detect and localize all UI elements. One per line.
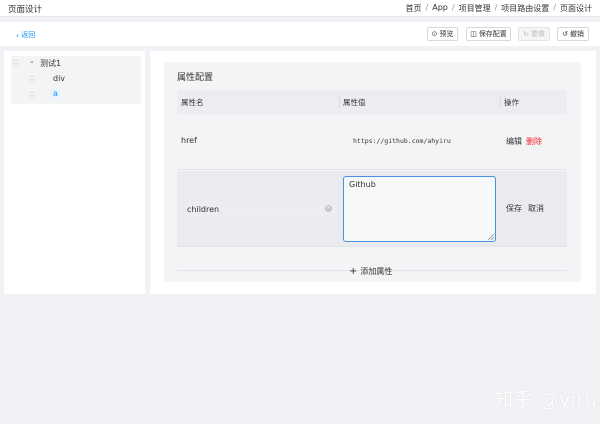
property-value-textarea[interactable]: Github — [343, 176, 496, 242]
column-divider — [339, 96, 340, 108]
eye-icon: ⊙ — [431, 30, 438, 38]
column-header-name: 属性名 — [177, 90, 339, 114]
column-header-actions: 操作 — [500, 90, 567, 114]
breadcrumb-separator: / — [553, 3, 556, 12]
breadcrumb-current: 页面设计 — [560, 4, 592, 13]
tree-node-div[interactable]: div — [11, 72, 141, 86]
chevron-down-icon[interactable]: ⌄ — [29, 57, 35, 65]
property-name-input[interactable]: children × — [185, 201, 337, 217]
breadcrumb-app[interactable]: App — [432, 3, 448, 14]
clear-icon[interactable]: × — [325, 205, 332, 212]
edit-link[interactable]: 编辑 — [506, 136, 522, 147]
breadcrumb-separator: / — [425, 3, 429, 12]
tree-node-root[interactable]: ⌄ 测试1 — [11, 56, 141, 70]
undo-label: 撤销 — [569, 30, 584, 38]
tree-node-a[interactable]: a — [11, 88, 141, 102]
back-link[interactable]: ‹ 返回 — [16, 30, 35, 40]
panel-title: 属性配置 — [177, 73, 214, 83]
add-property-label: 添加属性 — [360, 267, 393, 276]
save-config-button[interactable]: ◫ 保存配置 — [466, 27, 511, 41]
tree-node-label: div — [53, 74, 66, 83]
top-bar: 页面设计 首页 / App / 项目管理 / 项目路由设置 / 页面设计 — [0, 0, 600, 17]
breadcrumb-route-settings[interactable]: 项目路由设置 — [501, 3, 549, 14]
redo-button[interactable]: ↻ 重做 — [518, 27, 550, 41]
save-config-label: 保存配置 — [478, 30, 507, 38]
page-title: 页面设计 — [8, 5, 43, 15]
back-label: 返回 — [21, 31, 36, 39]
property-name: href — [181, 136, 197, 145]
breadcrumb-project-management[interactable]: 项目管理 — [459, 3, 491, 14]
save-link[interactable]: 保存 — [506, 203, 522, 214]
chevron-left-icon: ‹ — [16, 30, 20, 40]
undo-icon: ↺ — [562, 30, 568, 38]
breadcrumb-separator: / — [494, 3, 498, 12]
undo-button[interactable]: ↺ 撤销 — [557, 27, 589, 41]
preview-button[interactable]: ⊙ 预览 — [427, 27, 458, 41]
tree-node-label: 测试1 — [40, 59, 62, 68]
breadcrumb-separator: / — [451, 3, 455, 12]
property-panel: 属性配置 属性名 属性值 操作 href https://github.com/… — [150, 51, 596, 294]
table-row: href https://github.com/ahyiru 编辑 删除 — [177, 114, 567, 170]
property-card: 属性配置 属性名 属性值 操作 href https://github.com/… — [164, 62, 581, 282]
property-name-input-value: children — [187, 204, 220, 214]
drag-handle-icon[interactable] — [30, 92, 34, 99]
redo-icon: ↻ — [523, 30, 529, 38]
save-icon: ◫ — [470, 30, 477, 38]
property-value: https://github.com/ahyiru — [353, 137, 451, 145]
watermark: 知乎 @yiru — [494, 389, 598, 411]
column-divider — [500, 96, 501, 108]
add-property-button[interactable]: + 添加属性 — [349, 266, 392, 277]
table-row-editing: children × Github 保存 取消 — [177, 171, 567, 247]
preview-label: 预览 — [439, 30, 454, 38]
plus-icon: + — [349, 266, 358, 277]
delete-link[interactable]: 删除 — [526, 136, 542, 147]
breadcrumb-home[interactable]: 首页 — [406, 3, 422, 14]
breadcrumb: 首页 / App / 项目管理 / 项目路由设置 / 页面设计 — [406, 3, 592, 14]
drag-handle-icon[interactable] — [30, 76, 34, 83]
toolbar: ‹ 返回 ⊙ 预览 ◫ 保存配置 ↻ 重做 ↺ 撤销 — [0, 22, 600, 46]
component-tree-panel: ⌄ 测试1 div a — [4, 51, 145, 294]
column-header-value: 属性值 — [339, 90, 500, 114]
property-value-textarea-value: Github — [349, 180, 376, 189]
tree-node-label: a — [51, 89, 60, 98]
redo-label: 重做 — [530, 30, 545, 38]
component-tree: ⌄ 测试1 div a — [11, 56, 141, 104]
resize-handle-icon[interactable] — [488, 234, 494, 240]
drag-handle-icon[interactable] — [14, 60, 18, 67]
cancel-link[interactable]: 取消 — [528, 203, 544, 214]
